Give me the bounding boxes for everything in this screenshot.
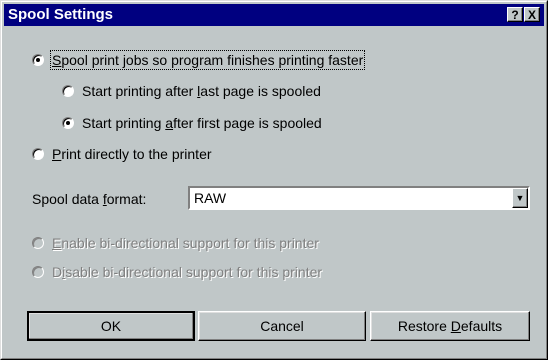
spool-data-format-label: Spool data format:: [32, 191, 147, 207]
start-after-last-page-radio[interactable]: Start printing after last page is spoole…: [62, 83, 321, 99]
enable-bidi-label: Enable bi-directional support for this p…: [52, 235, 319, 251]
enable-bidi-radio: Enable bi-directional support for this p…: [32, 235, 319, 251]
radio-indicator: [32, 148, 44, 160]
radio-indicator: [32, 237, 44, 249]
dialog-title: Spool Settings: [8, 6, 113, 23]
spool-jobs-label: Spool print jobs so program finishes pri…: [49, 50, 366, 70]
spool-jobs-radio[interactable]: Spool print jobs so program finishes pri…: [32, 50, 366, 70]
start-after-first-page-label: Start printing after first page is spool…: [82, 115, 322, 131]
radio-indicator: [62, 117, 74, 129]
spool-data-format-value: RAW: [194, 190, 227, 206]
close-button[interactable]: X: [524, 7, 540, 22]
dropdown-arrow-icon[interactable]: ▼: [512, 188, 528, 208]
title-bar[interactable]: Spool Settings ? X: [4, 4, 544, 26]
start-after-last-page-label: Start printing after last page is spoole…: [82, 83, 321, 99]
ok-button[interactable]: OK: [27, 311, 195, 341]
disable-bidi-radio: Disable bi-directional support for this …: [32, 264, 322, 280]
close-icon: X: [527, 8, 536, 22]
help-button[interactable]: ?: [507, 7, 523, 22]
radio-indicator: [32, 54, 44, 66]
radio-indicator: [32, 266, 44, 278]
cancel-button[interactable]: Cancel: [198, 311, 366, 341]
help-icon: ?: [511, 8, 519, 22]
radio-indicator: [62, 85, 74, 97]
restore-defaults-button[interactable]: Restore Defaults: [370, 311, 530, 341]
start-after-first-page-radio[interactable]: Start printing after first page is spool…: [62, 115, 322, 131]
spool-data-format-select[interactable]: RAW ▼: [188, 186, 530, 210]
print-directly-label: Print directly to the printer: [52, 146, 212, 162]
print-directly-radio[interactable]: Print directly to the printer: [32, 146, 212, 162]
disable-bidi-label: Disable bi-directional support for this …: [52, 264, 323, 280]
spool-settings-dialog: Spool Settings ? X Spool print jobs so p…: [0, 0, 548, 360]
